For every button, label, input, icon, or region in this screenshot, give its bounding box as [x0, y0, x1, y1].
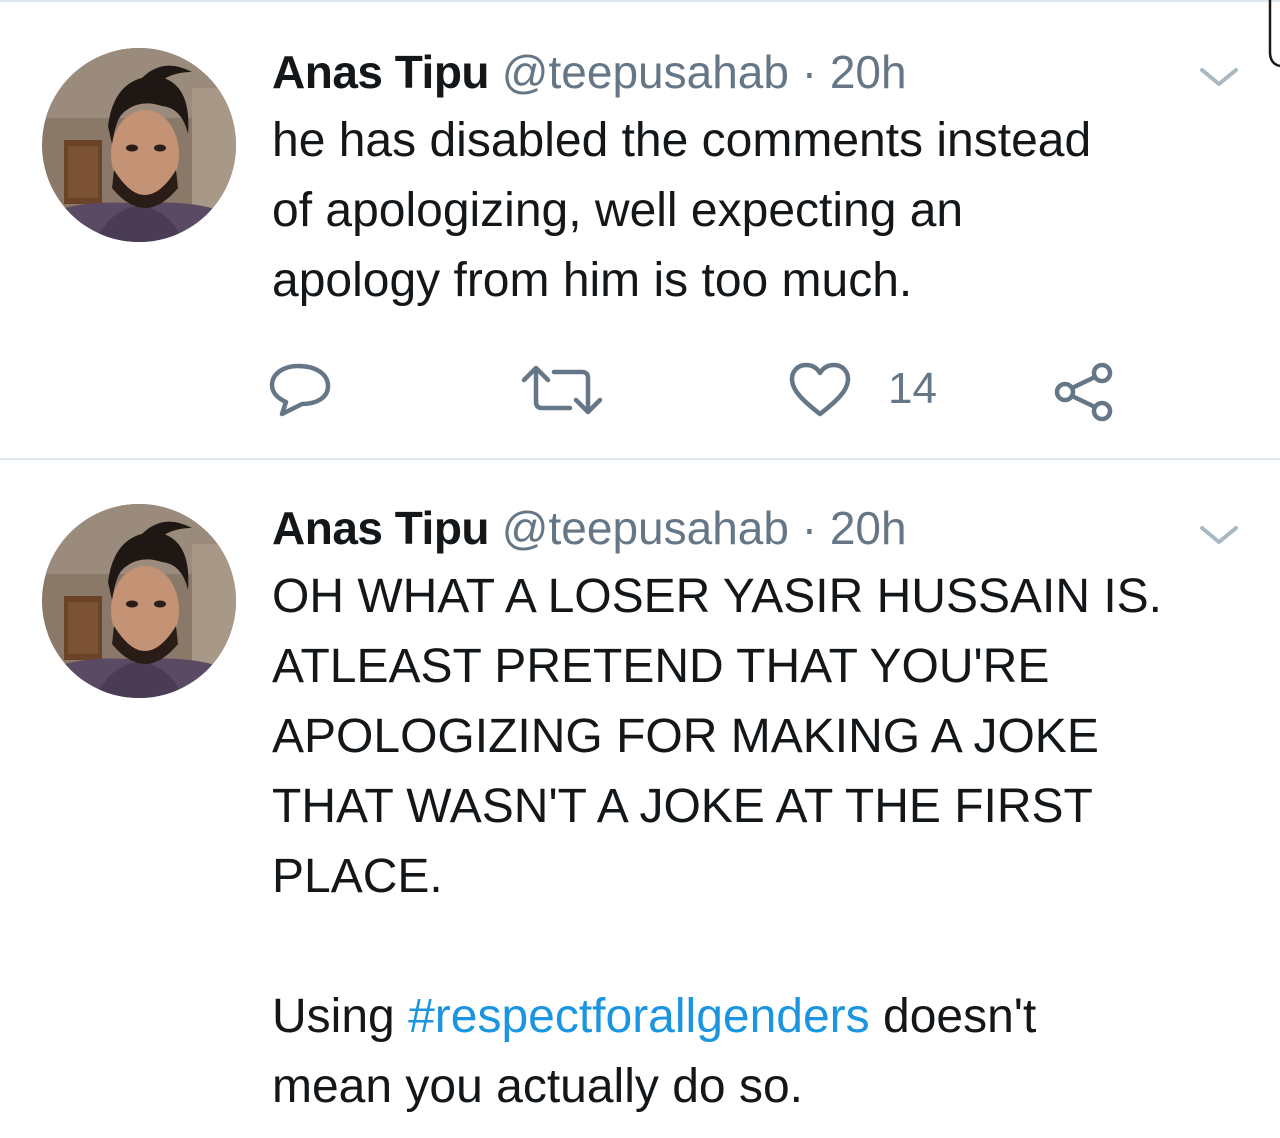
- chevron-down-icon[interactable]: [1196, 62, 1242, 92]
- tweet-actions: 14: [0, 352, 1280, 432]
- user-handle[interactable]: @teepusahab: [502, 46, 789, 98]
- share-button[interactable]: [1052, 352, 1124, 424]
- separator-dot: ·: [801, 46, 818, 98]
- display-name[interactable]: Anas Tipu: [272, 46, 490, 98]
- retweet-icon: [521, 365, 603, 415]
- tweet-text-line: PLACE.: [272, 850, 443, 903]
- tweet-text: he has disabled the comments instead of …: [272, 106, 1232, 316]
- avatar[interactable]: [42, 504, 236, 698]
- tweet-text-line: of apologizing, well expecting an: [272, 184, 964, 237]
- tweet-text-line: APOLOGIZING FOR MAKING A JOKE: [272, 710, 1099, 763]
- tweet-header: Anas Tipu @teepusahab · 20h: [272, 502, 907, 554]
- display-name[interactable]: Anas Tipu: [272, 502, 490, 554]
- text-suffix: doesn't: [869, 990, 1037, 1043]
- chevron-down-icon[interactable]: [1196, 520, 1242, 550]
- tweet[interactable]: Anas Tipu @teepusahab · 20h he has disab…: [0, 0, 1280, 458]
- tweet-text-line: he has disabled the comments instead: [272, 114, 1092, 167]
- timestamp[interactable]: 20h: [830, 46, 907, 98]
- reply-icon: [269, 363, 331, 417]
- like-button[interactable]: 14: [788, 352, 948, 424]
- like-count: 14: [888, 364, 937, 413]
- text-prefix: Using: [272, 990, 409, 1043]
- tweet-text-line: Using #respectforallgenders doesn't: [272, 982, 1232, 1052]
- user-handle[interactable]: @teepusahab: [502, 502, 789, 554]
- tweet-text-line: OH WHAT A LOSER YASIR HUSSAIN IS.: [272, 570, 1163, 623]
- tweet-text-line: mean you actually do so.: [272, 1060, 803, 1113]
- tweet-text: OH WHAT A LOSER YASIR HUSSAIN IS. ATLEAS…: [272, 562, 1232, 1122]
- tweet-text-line: THAT WASN'T A JOKE AT THE FIRST: [272, 780, 1093, 833]
- tweet-text-line: ATLEAST PRETEND THAT YOU'RE: [272, 640, 1050, 693]
- separator-dot: ·: [801, 502, 818, 554]
- tweet-header: Anas Tipu @teepusahab · 20h: [272, 46, 907, 98]
- hashtag-link[interactable]: #respectforallgenders: [408, 990, 870, 1043]
- avatar[interactable]: [42, 48, 236, 242]
- tweet-text-line: apology from him is too much.: [272, 254, 913, 307]
- retweet-button[interactable]: [520, 352, 604, 424]
- heart-icon: [789, 362, 851, 417]
- timestamp[interactable]: 20h: [830, 502, 907, 554]
- reply-button[interactable]: [268, 352, 336, 424]
- share-icon: [1054, 362, 1113, 422]
- paragraph-break: [272, 912, 1232, 982]
